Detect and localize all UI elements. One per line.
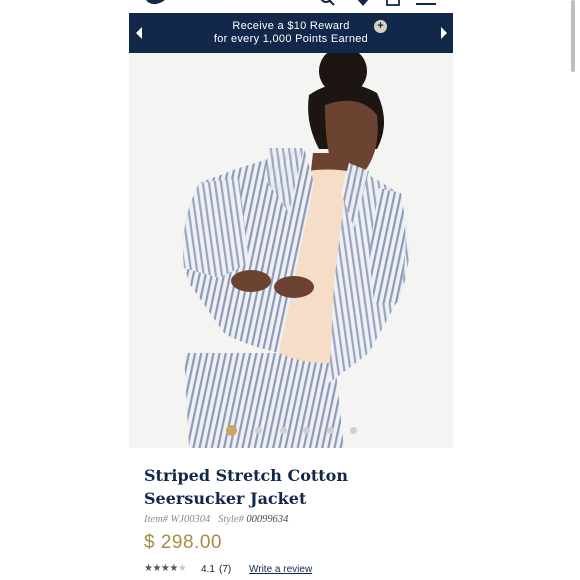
product-title: Striped Stretch Cotton Seersucker Jacket (144, 466, 348, 508)
carousel-dot-6[interactable] (350, 427, 357, 434)
chevron-right-icon[interactable] (439, 26, 449, 40)
product-image[interactable] (129, 53, 453, 448)
style-label: Style# (218, 514, 244, 525)
carousel-dot-3[interactable] (280, 427, 287, 434)
shopping-bag-icon[interactable] (385, 0, 401, 8)
item-style-line: Item# WJ00304 Style# 00099634 (144, 514, 288, 525)
rating-value: 4.1 (201, 564, 215, 575)
chevron-left-icon[interactable] (134, 26, 144, 40)
search-icon[interactable] (319, 0, 337, 8)
product-price: $ 298.00 (144, 532, 222, 553)
carousel-dots (129, 425, 453, 437)
write-review-link[interactable]: Write a review (249, 564, 312, 575)
plus-icon[interactable]: + (374, 20, 387, 33)
scrollbar[interactable] (571, 0, 575, 72)
logo-whale-icon[interactable] (145, 0, 167, 6)
product-page: Receive a $10 Reward for every 1,000 Poi… (129, 0, 453, 580)
item-label: Item# (144, 514, 168, 525)
carousel-dot-4[interactable] (303, 427, 310, 434)
stars-filled: ★★★★ (144, 563, 178, 574)
stars-empty: ★ (177, 563, 187, 574)
star-rating-icon[interactable]: ★★★★★ (144, 563, 187, 574)
item-number: WJ00304 (170, 514, 211, 525)
carousel-dot-1[interactable] (226, 425, 237, 436)
carousel-dot-2[interactable] (255, 427, 262, 434)
heart-icon[interactable] (355, 0, 371, 8)
review-count[interactable]: (7) (219, 564, 231, 575)
top-nav (129, 0, 453, 13)
menu-icon[interactable] (415, 0, 437, 8)
model-photo (183, 53, 409, 448)
promo-line-2: for every 1,000 Points Earned (213, 33, 369, 45)
style-number: 00099634 (246, 514, 289, 525)
carousel-dot-5[interactable] (327, 427, 334, 434)
promo-banner[interactable]: Receive a $10 Reward for every 1,000 Poi… (129, 13, 453, 53)
